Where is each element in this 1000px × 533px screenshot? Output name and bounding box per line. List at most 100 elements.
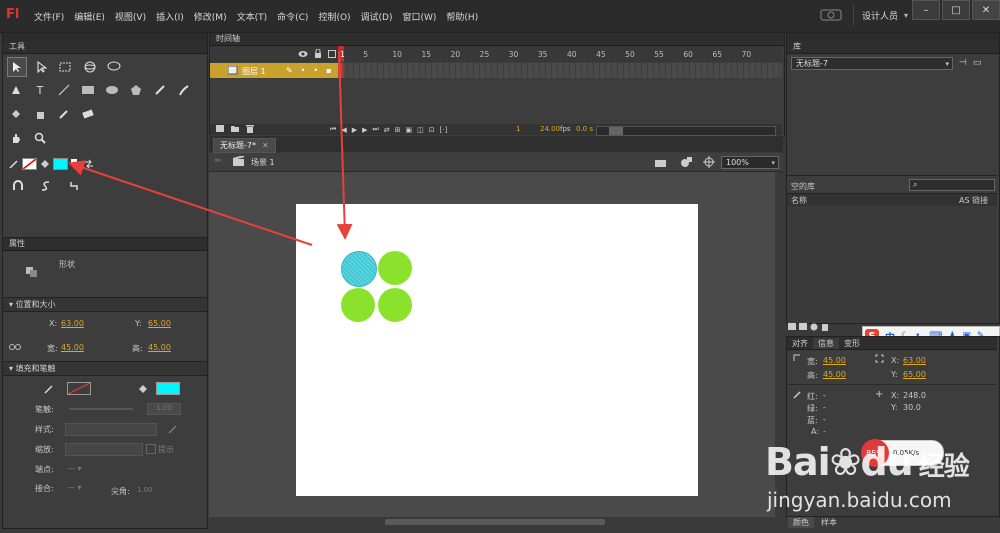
- tab-info[interactable]: 信息: [813, 337, 839, 349]
- new-library-panel-icon[interactable]: ▭: [973, 58, 982, 68]
- layer-name[interactable]: 图层 1: [242, 66, 266, 77]
- line-tool-icon[interactable]: [55, 81, 73, 99]
- stage[interactable]: [296, 204, 698, 496]
- edit-symbols-icon[interactable]: [679, 156, 693, 171]
- straighten-icon[interactable]: [65, 177, 83, 195]
- green-circle-top-right[interactable]: [378, 251, 412, 285]
- join-dropdown[interactable]: — ▾: [67, 483, 82, 492]
- new-folder-lib-icon[interactable]: [799, 322, 807, 334]
- minimize-button[interactable]: –: [912, 0, 940, 20]
- onion-skin-icon[interactable]: ▣: [406, 126, 413, 134]
- outline-square-icon[interactable]: ▪: [326, 66, 331, 75]
- info-h-value[interactable]: 45.00: [823, 370, 846, 379]
- horizontal-scrollbar[interactable]: [209, 517, 775, 527]
- text-tool-icon[interactable]: T: [31, 81, 49, 99]
- horizontal-scroll-thumb[interactable]: [385, 519, 605, 525]
- library-col-name[interactable]: 名称: [791, 195, 807, 206]
- smooth-icon[interactable]: [37, 177, 55, 195]
- zoom-tool-icon[interactable]: [31, 129, 49, 147]
- free-transform-tool-icon[interactable]: [57, 58, 75, 76]
- width-value[interactable]: 45.00: [61, 343, 84, 352]
- workspace-switcher[interactable]: 设计人员 ▾: [853, 4, 908, 26]
- eraser-tool-icon[interactable]: [79, 105, 97, 123]
- green-circle-bottom-right[interactable]: [378, 288, 412, 322]
- cap-dropdown[interactable]: — ▾: [67, 464, 82, 473]
- scale-dropdown[interactable]: [65, 443, 143, 456]
- subselection-tool-icon[interactable]: [33, 58, 51, 76]
- fill-color-picker[interactable]: [156, 382, 180, 395]
- position-size-header[interactable]: ▾ 位置和大小: [3, 297, 207, 312]
- selected-circle[interactable]: [341, 251, 377, 287]
- menu-debug[interactable]: 调试(D): [361, 10, 393, 23]
- height-value[interactable]: 45.00: [148, 343, 171, 352]
- tab-align[interactable]: 对齐: [787, 338, 813, 349]
- green-circle-bottom-left[interactable]: [341, 288, 375, 322]
- stroke-color-picker[interactable]: [67, 382, 91, 395]
- brush-tool-icon[interactable]: [175, 81, 193, 99]
- y-value[interactable]: 65.00: [148, 319, 171, 328]
- outline-all-icon[interactable]: [328, 49, 336, 61]
- paint-bucket-tool-icon[interactable]: [7, 105, 25, 123]
- show-hide-eye-icon[interactable]: [298, 50, 308, 61]
- rectangle-tool-icon[interactable]: [79, 81, 97, 99]
- menu-modify[interactable]: 修改(M): [194, 10, 227, 23]
- x-value[interactable]: 63.00: [61, 319, 84, 328]
- maximize-button[interactable]: □: [942, 0, 970, 20]
- tab-transform[interactable]: 变形: [839, 338, 865, 349]
- frame-number-5[interactable]: 5: [363, 50, 368, 59]
- swap-colors-icon[interactable]: [84, 155, 94, 173]
- pen-tool-icon[interactable]: [7, 81, 25, 99]
- info-w-value[interactable]: 45.00: [823, 356, 846, 365]
- polystar-tool-icon[interactable]: [127, 81, 145, 99]
- pin-library-icon[interactable]: ⊣: [959, 58, 967, 68]
- menu-insert[interactable]: 插入(I): [156, 10, 184, 23]
- edit-style-pencil-icon[interactable]: [168, 424, 178, 437]
- frame-number-70[interactable]: 70: [742, 50, 752, 59]
- ink-bottle-tool-icon[interactable]: [31, 105, 49, 123]
- close-button[interactable]: ✕: [972, 0, 1000, 20]
- new-symbol-icon[interactable]: [788, 322, 796, 334]
- visible-dot-icon[interactable]: •: [301, 66, 306, 75]
- style-dropdown[interactable]: [65, 423, 157, 436]
- frame-number-60[interactable]: 60: [683, 50, 693, 59]
- menu-control[interactable]: 控制(O): [318, 10, 350, 23]
- lock-all-icon[interactable]: [314, 48, 322, 61]
- loop-icon[interactable]: ⇄: [384, 126, 390, 134]
- first-frame-icon[interactable]: ⏮: [330, 125, 336, 134]
- frame-number-45[interactable]: 45: [596, 50, 606, 59]
- selection-tool-icon[interactable]: [7, 57, 27, 77]
- center-frame-icon[interactable]: ⊞: [395, 126, 401, 134]
- onion-outline-icon[interactable]: ◫: [417, 126, 424, 134]
- delete-layer-icon[interactable]: [246, 125, 254, 136]
- timeline-scrollbar[interactable]: [596, 126, 776, 136]
- stroke-slider[interactable]: [69, 408, 133, 410]
- frame-number-55[interactable]: 55: [654, 50, 664, 59]
- library-collapse-bar[interactable]: [787, 33, 999, 41]
- lasso-tool-icon[interactable]: [105, 58, 123, 76]
- scene-name[interactable]: 场景 1: [251, 157, 275, 168]
- panel-collapse-bar[interactable]: [3, 33, 207, 41]
- library-search[interactable]: ⌕: [909, 179, 995, 191]
- library-col-linkage[interactable]: AS 链接: [959, 195, 988, 206]
- play-icon[interactable]: ▶: [352, 126, 357, 134]
- frame-number-65[interactable]: 65: [712, 50, 722, 59]
- new-folder-icon[interactable]: [231, 125, 240, 136]
- timeline-scroll-thumb[interactable]: [609, 127, 623, 135]
- document-tab[interactable]: 无标题-7* ✕: [213, 138, 276, 153]
- eyedropper-tool-icon[interactable]: [55, 105, 73, 123]
- stroke-value-field[interactable]: 1.00: [147, 403, 181, 415]
- info-y-value[interactable]: 65.00: [903, 370, 926, 379]
- info-x-value[interactable]: 63.00: [903, 356, 926, 365]
- edit-scene-icon[interactable]: [655, 157, 669, 171]
- close-tab-icon[interactable]: ✕: [262, 141, 269, 150]
- layer-frames[interactable]: [342, 63, 782, 78]
- menu-window[interactable]: 窗口(W): [403, 10, 437, 23]
- delete-lib-icon[interactable]: [821, 323, 829, 334]
- stroke-color-swatch[interactable]: [22, 158, 37, 170]
- frame-number-10[interactable]: 10: [392, 50, 402, 59]
- sync-settings-icon[interactable]: [820, 9, 842, 21]
- zoom-select[interactable]: 100% ▾: [721, 156, 779, 169]
- menu-view[interactable]: 视图(V): [115, 10, 146, 23]
- lock-proportions-icon[interactable]: [9, 342, 21, 355]
- pencil-tool-icon[interactable]: [151, 81, 169, 99]
